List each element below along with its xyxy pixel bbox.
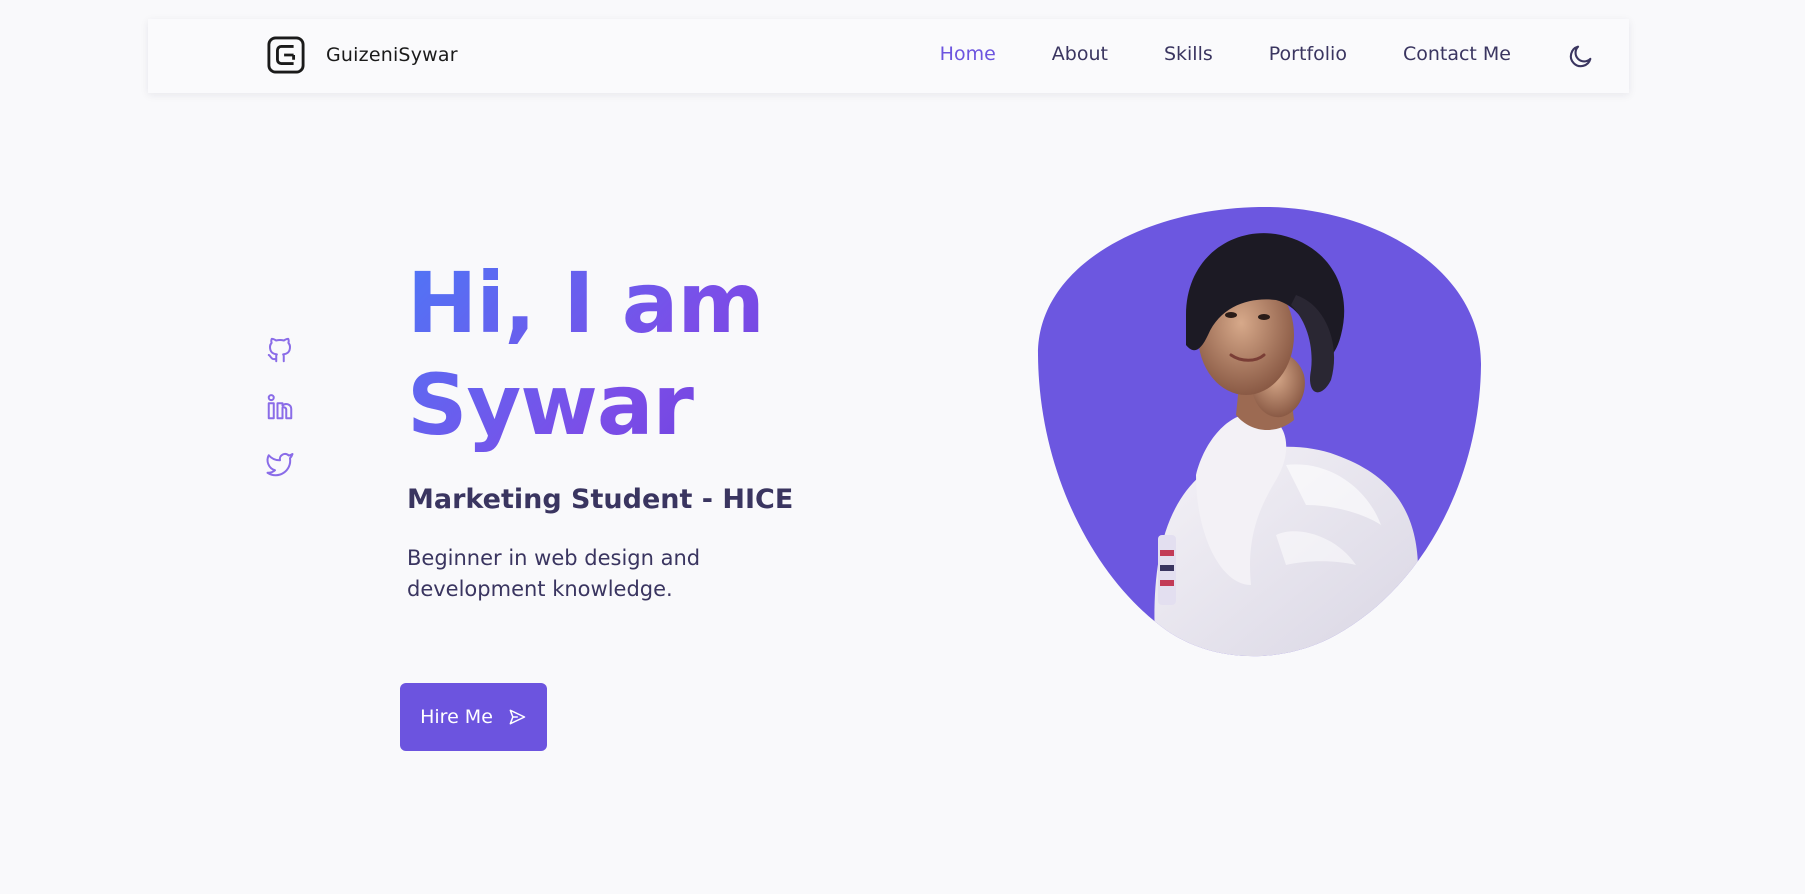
moon-icon[interactable] <box>1567 42 1595 70</box>
logo-name[interactable]: GuizeniSywar <box>326 44 458 66</box>
nav-skills[interactable]: Skills <box>1164 43 1213 65</box>
twitter-icon <box>266 453 294 477</box>
logo-icon[interactable] <box>267 36 305 74</box>
hero-title-line2: Sywar <box>407 356 693 454</box>
hero-title-line1: Hi, I am <box>407 254 764 352</box>
github-icon <box>267 337 291 363</box>
send-icon <box>509 709 526 725</box>
social-links <box>265 335 295 506</box>
hero-subtitle: Marketing Student - HICE <box>407 484 794 515</box>
site-header: GuizeniSywar Home About Skills Portfolio… <box>148 19 1629 93</box>
home-page: GuizeniSywar Home About Skills Portfolio… <box>0 0 1805 894</box>
nav-contact[interactable]: Contact Me <box>1403 43 1511 65</box>
linkedin-link[interactable] <box>265 392 295 422</box>
hero-title: Hi, I am Sywar <box>407 252 847 456</box>
hero-description: Beginner in web design and development k… <box>407 546 701 601</box>
hire-me-label: Hire Me <box>420 706 493 728</box>
nav-home[interactable]: Home <box>940 43 996 65</box>
twitter-link[interactable] <box>265 449 295 479</box>
profile-blob <box>1036 205 1482 660</box>
main-nav: Home About Skills Portfolio Contact Me <box>884 43 1511 65</box>
linkedin-icon <box>267 394 293 420</box>
github-link[interactable] <box>265 335 295 365</box>
hire-me-button[interactable]: Hire Me <box>400 683 547 751</box>
profile-photo <box>1037 206 1482 657</box>
nav-portfolio[interactable]: Portfolio <box>1269 43 1347 65</box>
nav-about[interactable]: About <box>1052 43 1108 65</box>
